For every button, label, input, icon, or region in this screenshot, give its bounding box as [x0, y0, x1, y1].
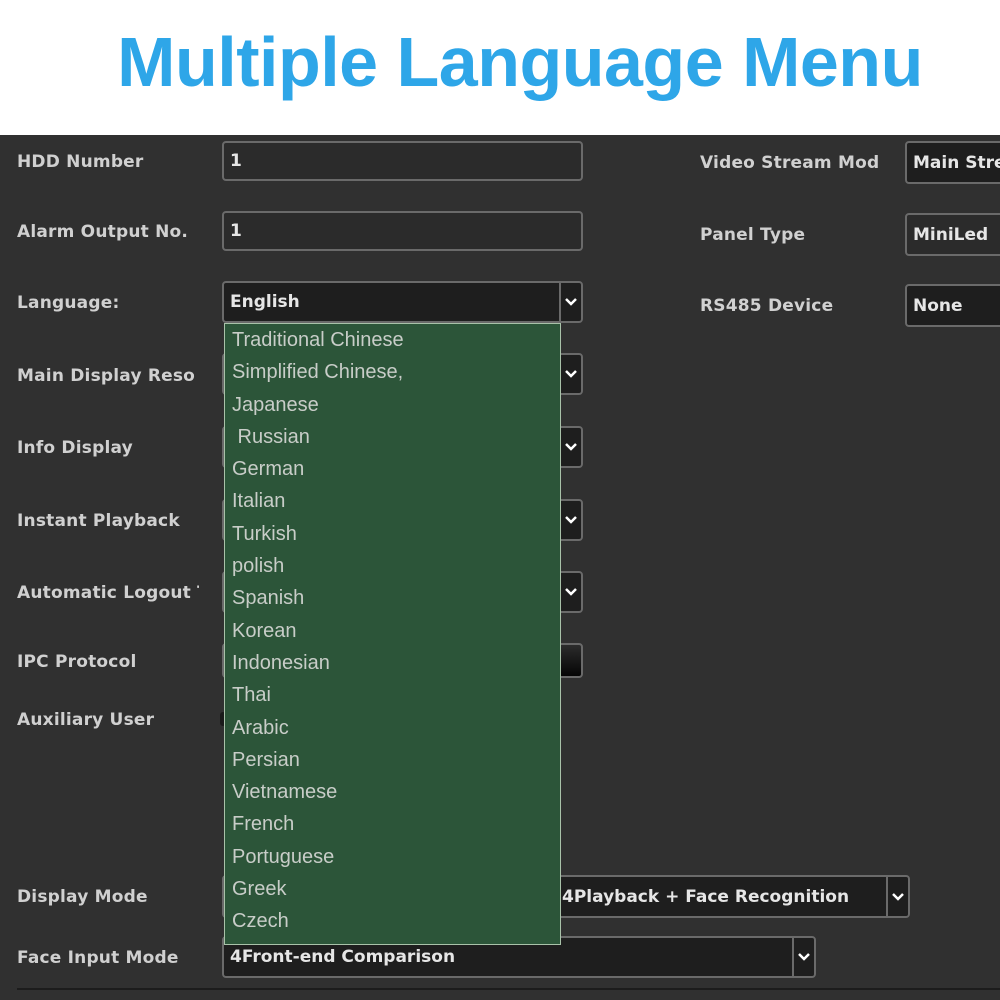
language-option[interactable]: Italian — [225, 485, 560, 517]
face-input-mode-dropdown-button[interactable] — [792, 938, 814, 976]
chevron-down-icon — [565, 516, 577, 524]
language-option[interactable]: German — [225, 453, 560, 485]
language-dropdown-list[interactable]: Traditional Chinese Simplified Chinese, Ja… — [224, 323, 561, 945]
chevron-down-icon — [798, 953, 810, 961]
language-option[interactable]: Indonesian — [225, 647, 560, 679]
language-option[interactable]: Arabic — [225, 712, 560, 744]
face-input-mode-label: Face Input Mode — [17, 948, 179, 968]
language-option[interactable]: Vietnamese — [225, 776, 560, 808]
hdd-number-input[interactable]: 1 — [222, 141, 583, 181]
language-option[interactable]: Turkish — [225, 518, 560, 550]
auto-logout-label: Automatic Logout T — [17, 583, 199, 603]
face-input-mode-value: 4Front-end Comparison — [230, 947, 456, 967]
main-display-dropdown-button[interactable] — [559, 355, 581, 393]
chevron-down-icon — [565, 298, 577, 306]
language-option[interactable]: Greek — [225, 873, 560, 905]
instant-playback-dropdown-button[interactable] — [559, 501, 581, 539]
language-option[interactable]: Simplified Chinese, — [225, 356, 560, 388]
rs485-device-label: RS485 Device — [700, 296, 834, 316]
display-mode-dropdown-button[interactable] — [886, 877, 908, 916]
chevron-down-icon — [565, 443, 577, 451]
video-stream-mode-label: Video Stream Mode — [700, 153, 878, 173]
banner: Multiple Language Menu — [0, 0, 1000, 135]
language-option[interactable]: Portuguese — [225, 841, 560, 873]
instant-playback-label: Instant Playback — [17, 511, 180, 531]
display-mode-label: Display Mode — [17, 887, 148, 907]
language-label: Language: — [17, 293, 120, 313]
chevron-down-icon — [565, 588, 577, 596]
language-select-value: English — [230, 292, 300, 312]
language-option[interactable]: Russian — [225, 421, 560, 453]
language-option[interactable]: Spanish — [225, 582, 560, 614]
auxiliary-user-label: Auxiliary User — [17, 710, 155, 730]
banner-title: Multiple Language Menu — [117, 23, 923, 101]
language-option[interactable]: Japanese — [225, 389, 560, 421]
language-select[interactable]: English — [222, 281, 583, 323]
bottom-divider — [17, 988, 1000, 990]
language-option[interactable]: Persian — [225, 744, 560, 776]
hdd-number-label: HDD Number — [17, 152, 144, 172]
rs485-device-select[interactable]: None — [905, 284, 1000, 327]
video-stream-mode-select[interactable]: Main Stream — [905, 141, 1000, 184]
panel-type-select[interactable]: MiniLed — [905, 213, 1000, 256]
display-mode-value: 4Playback + Face Recognition — [562, 886, 850, 907]
chevron-down-icon — [892, 892, 904, 901]
alarm-output-label: Alarm Output No. — [17, 222, 189, 242]
info-display-dropdown-button[interactable] — [559, 428, 581, 466]
auto-logout-dropdown-button[interactable] — [559, 573, 581, 611]
language-option[interactable]: Korean — [225, 615, 560, 647]
language-option[interactable]: Traditional Chinese — [225, 324, 560, 356]
info-display-label: Info Display — [17, 438, 133, 458]
language-option[interactable]: Czech — [225, 905, 560, 937]
language-option[interactable]: French — [225, 808, 560, 840]
panel-type-label: Panel Type — [700, 225, 806, 245]
language-dropdown-button[interactable] — [559, 283, 581, 321]
language-option[interactable]: polish — [225, 550, 560, 582]
ipc-protocol-label: IPC Protocol — [17, 652, 137, 672]
language-option[interactable]: Thai — [225, 679, 560, 711]
chevron-down-icon — [565, 370, 577, 378]
alarm-output-input[interactable]: 1 — [222, 211, 583, 251]
main-display-label: Main Display Reso — [17, 366, 196, 386]
